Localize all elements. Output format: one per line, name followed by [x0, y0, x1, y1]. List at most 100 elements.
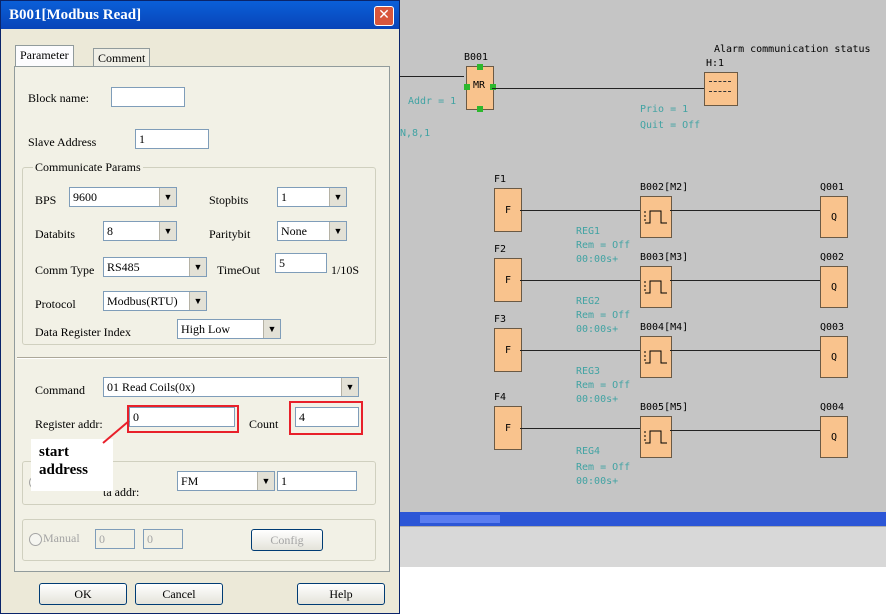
timer-block-label: B005[M5]: [640, 402, 689, 413]
pulse-icon: [644, 350, 667, 364]
output-block[interactable]: Q: [820, 266, 848, 308]
message-block[interactable]: [704, 72, 738, 106]
count-label: Count: [249, 417, 279, 431]
handle-icon[interactable]: [477, 64, 483, 70]
protocol-value: Modbus(RTU): [107, 294, 178, 308]
flag-block[interactable]: F: [494, 406, 522, 450]
time-label: 00:00s+: [576, 324, 619, 335]
handle-icon[interactable]: [464, 84, 470, 90]
output-block[interactable]: Q: [820, 416, 848, 458]
alarm-label: Alarm communication status: [714, 44, 871, 55]
scrollbar-thumb[interactable]: [420, 515, 500, 523]
output-block[interactable]: Q: [820, 196, 848, 238]
config-button[interactable]: Config: [251, 529, 323, 551]
q-label: Q002: [820, 252, 845, 263]
horizontal-scrollbar[interactable]: [400, 512, 886, 526]
reg-label: REG1: [576, 226, 601, 237]
protocol-select[interactable]: Modbus(RTU) ▼: [103, 291, 207, 311]
paritybit-select[interactable]: None ▼: [277, 221, 347, 241]
databits-value: 8: [107, 224, 113, 238]
flag-block[interactable]: F: [494, 258, 522, 302]
wire: [492, 88, 704, 89]
register-addr-highlight: [127, 405, 239, 433]
databits-select[interactable]: 8 ▼: [103, 221, 177, 241]
command-value: 01 Read Coils(0x): [107, 380, 195, 394]
wire: [520, 428, 640, 429]
parameter-panel: Block name: Slave Address 1 Communicate …: [14, 66, 390, 572]
stopbits-value: 1: [281, 190, 287, 204]
reg-label: REG4: [576, 446, 601, 457]
wire: [670, 350, 820, 351]
data-reg-index-label: Data Register Index: [35, 325, 131, 339]
chevron-down-icon[interactable]: ▼: [189, 292, 206, 310]
bps-value: 9600: [73, 190, 97, 204]
manual-radio[interactable]: [29, 533, 42, 546]
chevron-down-icon[interactable]: ▼: [159, 222, 176, 240]
chevron-down-icon[interactable]: ▼: [341, 378, 358, 396]
handle-icon[interactable]: [477, 106, 483, 112]
dash-icon: [709, 81, 731, 82]
timer-block-label: B003[M3]: [640, 252, 689, 263]
manual-input-2[interactable]: 0: [143, 529, 183, 549]
bps-select[interactable]: 9600 ▼: [69, 187, 177, 207]
close-icon[interactable]: ✕: [374, 6, 394, 26]
dialog-titlebar[interactable]: B001[Modbus Read] ✕: [1, 1, 399, 29]
manual-input-1[interactable]: 0: [95, 529, 135, 549]
slave-address-input[interactable]: 1: [135, 129, 209, 149]
comm-type-value: RS485: [107, 260, 140, 274]
wire: [400, 76, 464, 77]
comm-type-select[interactable]: RS485 ▼: [103, 257, 207, 277]
diagram-canvas[interactable]: B001 MR Addr = 1 N,8,1 Alarm communicati…: [400, 0, 886, 560]
reg-label: REG3: [576, 366, 601, 377]
manual-label: Manual: [43, 531, 80, 545]
timer-block[interactable]: [640, 266, 672, 308]
h1-label: H:1: [706, 58, 725, 69]
divider: [17, 357, 387, 359]
timer-block[interactable]: [640, 196, 672, 238]
quit-label: Quit = Off: [640, 120, 701, 131]
tab-comment[interactable]: Comment: [93, 48, 151, 67]
callout-line-2: address: [39, 462, 88, 478]
addr-label: Addr = 1: [408, 96, 457, 107]
stopbits-select[interactable]: 1 ▼: [277, 187, 347, 207]
ok-button[interactable]: OK: [39, 583, 127, 605]
time-label: 00:00s+: [576, 254, 619, 265]
chevron-down-icon[interactable]: ▼: [329, 222, 346, 240]
databits-label: Databits: [35, 227, 75, 241]
output-block[interactable]: Q: [820, 336, 848, 378]
time-label: 00:00s+: [576, 476, 619, 487]
chevron-down-icon[interactable]: ▼: [159, 188, 176, 206]
chevron-down-icon[interactable]: ▼: [257, 472, 274, 490]
handle-icon[interactable]: [490, 84, 496, 90]
b001-label: B001: [464, 52, 489, 63]
flag-block[interactable]: F: [494, 328, 522, 372]
timer-block[interactable]: [640, 416, 672, 458]
block-name-input[interactable]: [111, 87, 185, 107]
f-label: F4: [494, 392, 507, 403]
tab-parameter[interactable]: Parameter: [15, 45, 74, 68]
wire: [670, 280, 820, 281]
data-addr-type-select[interactable]: FM ▼: [177, 471, 275, 491]
flag-block[interactable]: F: [494, 188, 522, 232]
protocol-label: Protocol: [35, 297, 76, 311]
callout-pointer-icon: [102, 420, 130, 444]
mr-label: MR: [473, 80, 486, 91]
timeout-input[interactable]: 5: [275, 253, 327, 273]
modbus-read-block[interactable]: MR: [464, 64, 496, 112]
chevron-down-icon[interactable]: ▼: [263, 320, 280, 338]
command-label: Command: [35, 383, 85, 397]
pulse-icon: [644, 430, 667, 444]
cancel-button[interactable]: Cancel: [135, 583, 223, 605]
dialog-title: B001[Modbus Read]: [9, 7, 142, 23]
data-reg-index-value: High Low: [181, 322, 230, 336]
reg-label: REG2: [576, 296, 601, 307]
q-label: Q001: [820, 182, 845, 193]
f-label: F3: [494, 314, 507, 325]
data-reg-index-select[interactable]: High Low ▼: [177, 319, 281, 339]
command-select[interactable]: 01 Read Coils(0x) ▼: [103, 377, 359, 397]
help-button[interactable]: Help: [297, 583, 385, 605]
data-addr-input[interactable]: 1: [277, 471, 357, 491]
chevron-down-icon[interactable]: ▼: [189, 258, 206, 276]
chevron-down-icon[interactable]: ▼: [329, 188, 346, 206]
timer-block[interactable]: [640, 336, 672, 378]
